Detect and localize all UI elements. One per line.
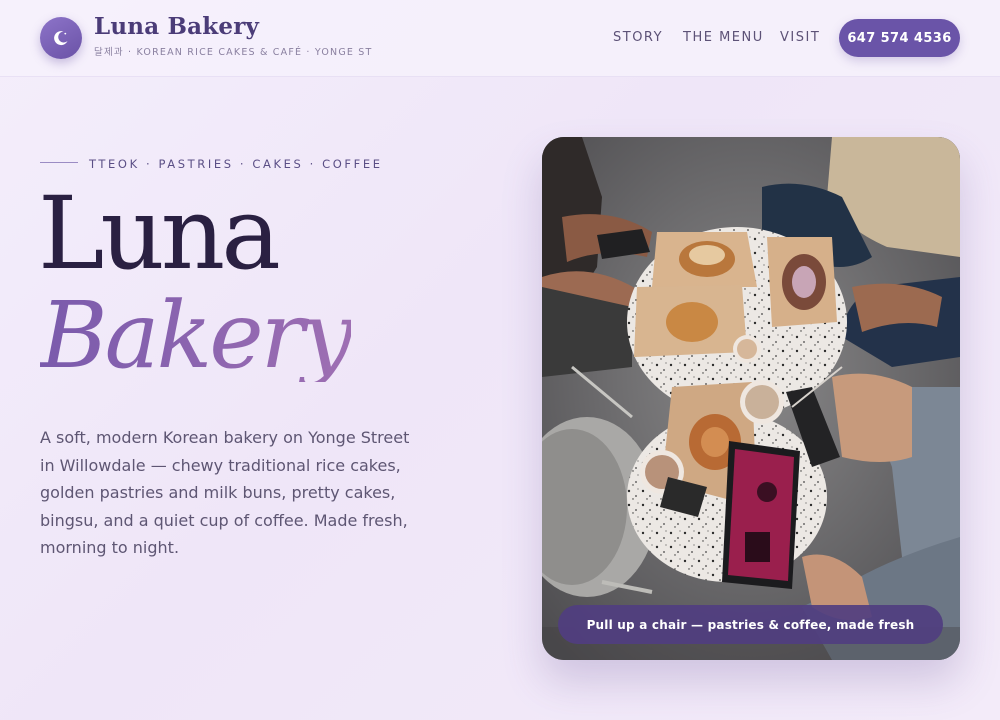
hero-description: A soft, modern Korean bakery on Yonge St… bbox=[40, 428, 410, 557]
hero-title-bakery: Bakery bbox=[40, 282, 354, 389]
hero-photo-card bbox=[542, 137, 960, 660]
cafe-table-photo bbox=[542, 137, 960, 660]
nav-link-story[interactable]: STORY bbox=[613, 30, 663, 45]
tagline-rule bbox=[40, 162, 78, 163]
hero-title-luna: Luna bbox=[38, 175, 281, 292]
hero-tagline: TTEOK · PASTRIES · CAKES · COFFEE bbox=[89, 157, 383, 171]
nav-link-visit[interactable]: VISIT bbox=[780, 30, 820, 45]
crescent-moon-icon bbox=[54, 31, 68, 46]
photo-caption: Pull up a chair — pastries & coffee, mad… bbox=[558, 605, 943, 644]
brand-name[interactable]: Luna Bakery bbox=[94, 13, 259, 40]
phone-call-button[interactable]: 647 574 4536 bbox=[839, 19, 960, 57]
nav-link-the-menu[interactable]: THE MENU bbox=[683, 30, 764, 45]
brand-subtitle: 달제과 · KOREAN RICE CAKES & CAFÉ · YONGE S… bbox=[94, 47, 373, 58]
logo-badge[interactable] bbox=[40, 17, 82, 59]
